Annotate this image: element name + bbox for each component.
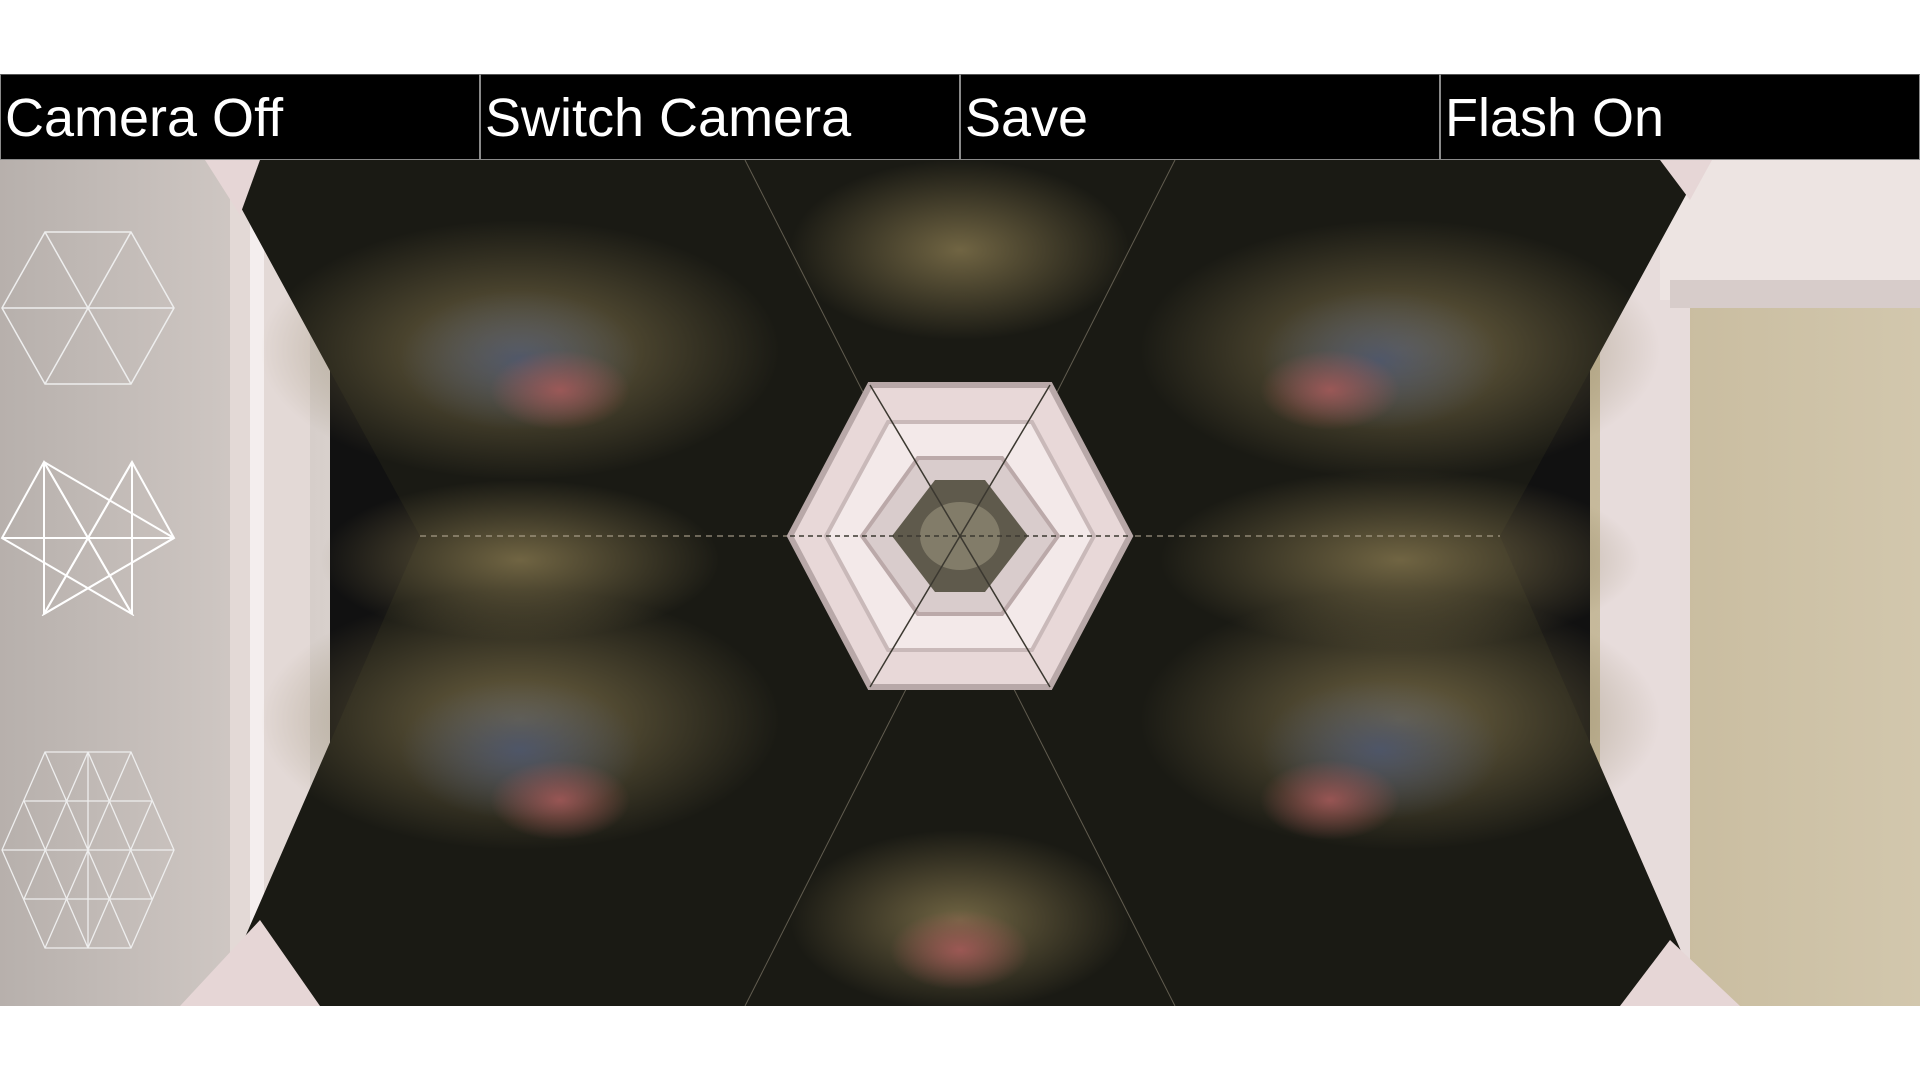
switch-camera-button[interactable]: Switch Camera <box>480 74 960 160</box>
kaleidoscope-camera-app: Camera Off Switch Camera Save Flash On <box>0 74 1920 1006</box>
hexagon-6-triangles-icon <box>1 231 175 385</box>
toolbar: Camera Off Switch Camera Save Flash On <box>0 74 1920 160</box>
save-button[interactable]: Save <box>960 74 1440 160</box>
mode-grid-button[interactable] <box>0 750 176 949</box>
flash-on-button[interactable]: Flash On <box>1440 74 1920 160</box>
hexagon-triangle-grid-icon <box>1 751 175 949</box>
mode-hexagon-button[interactable] <box>0 230 176 386</box>
mirror-mode-panel <box>0 160 180 1006</box>
camera-off-button[interactable]: Camera Off <box>0 74 480 160</box>
kaleidoscope-image <box>0 160 1920 1006</box>
mode-star-button[interactable] <box>0 460 176 616</box>
star-of-david-grid-icon <box>0 460 176 616</box>
kaleidoscope-preview[interactable] <box>0 160 1920 1006</box>
